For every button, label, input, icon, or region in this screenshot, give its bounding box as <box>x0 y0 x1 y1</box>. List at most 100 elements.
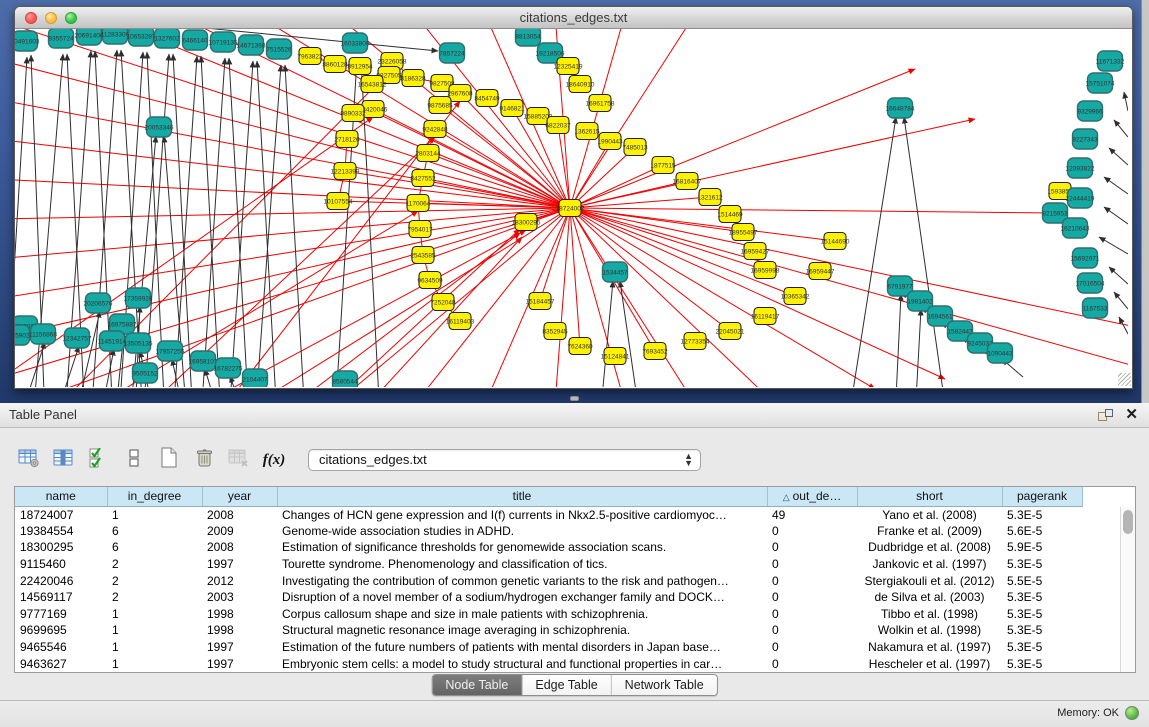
graph-node[interactable]: 7857224 <box>439 43 465 63</box>
column-header-year[interactable]: year <box>202 487 277 506</box>
new-table-button[interactable] <box>156 447 182 473</box>
graph-node[interactable]: 20053346 <box>145 117 174 137</box>
graph-node[interactable]: 1327602 <box>154 29 180 48</box>
table-row[interactable]: 1456911722003Disruption of a novel membe… <box>15 589 1082 606</box>
graph-node[interactable]: 8860128 <box>322 56 348 73</box>
graph-node[interactable]: 13505135 <box>124 333 153 353</box>
graph-node[interactable]: 17957255 <box>156 341 185 361</box>
graph-node[interactable]: 2718126 <box>334 131 360 148</box>
table-settings-button[interactable] <box>16 447 42 473</box>
graph-node[interactable]: 15124841 <box>601 348 630 365</box>
maximize-window-button[interactable] <box>65 12 77 24</box>
graph-node[interactable]: 20206576 <box>84 293 113 313</box>
graph-node[interactable]: 18640910 <box>566 76 595 93</box>
graph-node[interactable]: 15692971 <box>1071 248 1100 268</box>
graph-node[interactable]: 15144690 <box>821 233 850 250</box>
graph-node[interactable]: 8580544 <box>332 371 358 387</box>
graph-node[interactable]: 10719135 <box>209 32 238 52</box>
graph-node[interactable]: 2543585 <box>410 247 436 264</box>
table-row[interactable]: 977716911998Corpus callosum shape and si… <box>15 606 1082 623</box>
table-selector-dropdown[interactable]: citations_edges.txt ▲▼ <box>308 449 701 471</box>
graph-node[interactable]: 8912954 <box>347 58 373 75</box>
graph-node[interactable]: 7693452 <box>642 343 668 360</box>
column-header-name[interactable]: name <box>15 487 107 506</box>
graph-node[interactable]: 9227343 <box>1072 129 1098 149</box>
graph-node[interactable]: 1534457 <box>602 262 628 282</box>
graph-node[interactable]: 11156868 <box>29 324 57 344</box>
graph-node[interactable]: 16816407 <box>673 173 702 190</box>
graph-node[interactable]: 16959998 <box>751 262 780 279</box>
graph-node[interactable]: 6466140 <box>182 30 208 50</box>
graph-node[interactable]: 16119403 <box>446 313 475 330</box>
graph-node[interactable]: 11451914 <box>98 331 127 351</box>
graph-node[interactable]: 7485013 <box>622 139 648 156</box>
graph-node[interactable]: 9242848 <box>422 121 448 138</box>
graph-node[interactable]: 1990443 <box>597 133 623 150</box>
graph-node[interactable]: 9875685 <box>427 97 453 114</box>
tab-node-table[interactable]: Node Table <box>432 675 521 695</box>
graph-node[interactable]: 12325419 <box>554 58 583 75</box>
graph-node[interactable]: 10653287 <box>127 29 156 46</box>
column-header-out_de[interactable]: △out_de… <box>767 487 857 506</box>
graph-node[interactable]: 2104407 <box>242 369 268 387</box>
graph-node[interactable]: 7252048 <box>430 294 456 311</box>
graph-node[interactable]: 1090443 <box>987 343 1013 363</box>
graph-node[interactable]: 12444419 <box>1066 188 1095 208</box>
graph-node[interactable]: 1170064 <box>406 195 431 212</box>
column-chooser-button[interactable] <box>51 447 77 473</box>
graph-node[interactable]: 12093822 <box>1066 158 1095 178</box>
graph-node[interactable]: 6822037 <box>545 117 571 134</box>
graph-node[interactable]: 11283309 <box>101 29 130 44</box>
graph-node[interactable]: 10491603 <box>15 31 40 51</box>
float-panel-icon[interactable] <box>1098 409 1113 422</box>
tab-edge-table[interactable]: Edge Table <box>521 675 610 695</box>
graph-node[interactable]: 16959427 <box>741 243 770 260</box>
panel-splitter-handle[interactable] <box>570 396 579 401</box>
table-row[interactable]: 2242004622012Investigating the contribut… <box>15 572 1082 589</box>
graph-node[interactable]: 8186328 <box>400 70 426 87</box>
graph-node[interactable]: 12342757 <box>63 328 92 348</box>
minimize-window-button[interactable] <box>45 12 57 24</box>
graph-node[interactable]: 7954017 <box>407 221 433 238</box>
graph-node[interactable]: 1514469 <box>717 206 743 223</box>
column-header-pagerank[interactable]: pagerank <box>1002 487 1082 506</box>
graph-node[interactable]: 15184457 <box>526 293 555 310</box>
table-scrollbar-thumb[interactable] <box>1123 510 1133 534</box>
graph-node[interactable]: 9505152 <box>132 363 158 383</box>
graph-node[interactable]: 8352945 <box>542 323 568 340</box>
tab-network-table[interactable]: Network Table <box>611 675 717 695</box>
graph-node[interactable]: 22045021 <box>716 323 745 340</box>
graph-node[interactable]: 1167533 <box>1083 298 1108 318</box>
memory-status-indicator[interactable] <box>1125 706 1139 720</box>
graph-node[interactable]: 17016504 <box>1076 273 1105 293</box>
close-panel-icon[interactable]: ✕ <box>1125 405 1138 423</box>
graph-node[interactable]: 8813054 <box>515 29 541 46</box>
graph-node[interactable]: 3915902 <box>15 325 30 345</box>
table-scrollbar-track[interactable] <box>1120 507 1135 673</box>
table-row[interactable]: 1938455462009Genome-wide association stu… <box>15 523 1082 540</box>
graph-node[interactable]: 9634509 <box>417 272 443 289</box>
graph-node[interactable]: 16959447 <box>806 263 835 280</box>
graph-node[interactable]: 16033809 <box>341 33 370 53</box>
graph-node[interactable]: 11671332 <box>1096 51 1125 71</box>
function-builder-button[interactable]: f(x) <box>261 447 287 473</box>
graph-node[interactable]: 9329966 <box>1077 101 1103 121</box>
graph-node[interactable]: 10365342 <box>781 288 810 305</box>
graph-node[interactable]: 9355724 <box>48 29 74 48</box>
graph-node[interactable]: 16782275 <box>214 358 243 378</box>
table-row[interactable]: 1830029562008Estimation of significance … <box>15 539 1082 556</box>
graph-node[interactable]: 7624360 <box>567 338 593 355</box>
graph-node[interactable]: 8454749 <box>474 90 500 107</box>
row-height-button[interactable] <box>121 447 147 473</box>
window-titlebar[interactable]: citations_edges.txt <box>15 7 1132 29</box>
graph-node[interactable]: 9890332 <box>340 105 366 122</box>
column-header-short[interactable]: short <box>857 487 1002 506</box>
graph-node[interactable]: 16210643 <box>1061 218 1090 238</box>
graph-node[interactable]: 9146821 <box>499 100 525 117</box>
select-columns-button[interactable] <box>86 447 112 473</box>
column-header-in_degree[interactable]: in_degree <box>107 487 202 506</box>
graph-node[interactable]: 14671368 <box>237 35 266 55</box>
graph-node[interactable]: 12773354 <box>681 333 710 350</box>
table-row[interactable]: 946554611997Estimation of the future num… <box>15 639 1082 656</box>
graph-node[interactable]: 10107554 <box>324 193 353 210</box>
